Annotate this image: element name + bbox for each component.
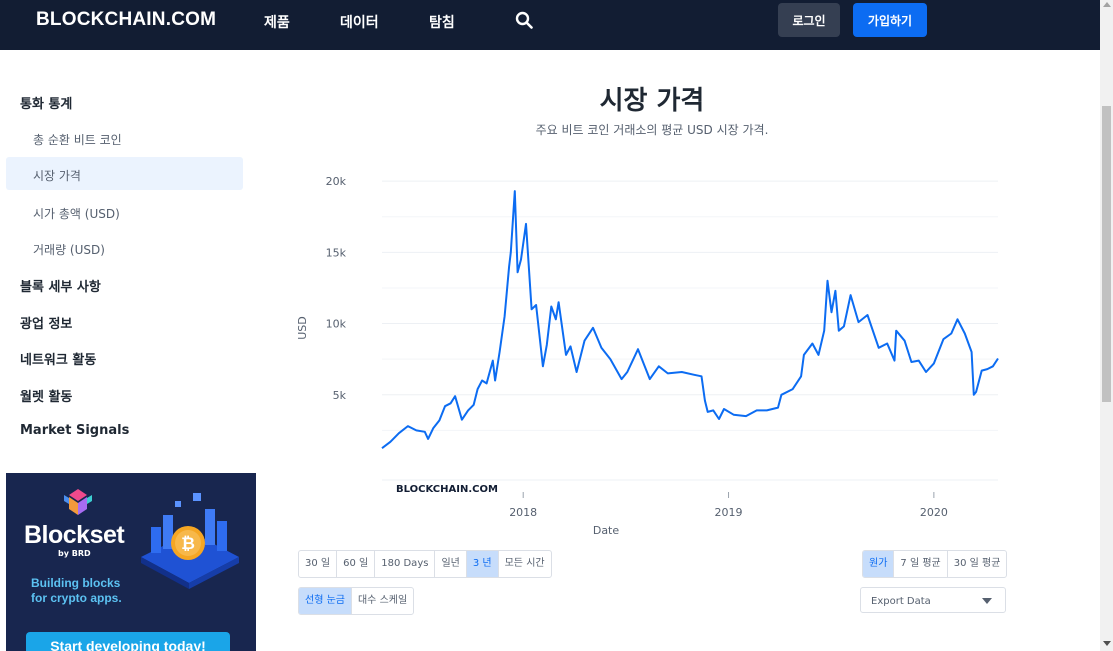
chevron-down-icon: [982, 598, 992, 604]
ad-tagline-line2: for crypto apps.: [31, 591, 122, 605]
chart-watermark: BLOCKCHAIN.COM: [396, 484, 498, 495]
market-price-chart[interactable]: 20k15k10k5k USD BLOCKCHAIN.COM 2018 2019 2…: [290, 160, 1010, 540]
scroll-down-arrow-icon[interactable]: [1103, 641, 1111, 646]
average-selector: 원가 7 일 평균 30 일 평균: [862, 550, 1008, 578]
blockset-ad[interactable]: ₿ Blockset by BRD Building blocks for cr…: [6, 473, 256, 651]
signup-button[interactable]: 가입하기: [853, 3, 927, 37]
ad-byline: by BRD: [58, 549, 91, 558]
ad-title: Blockset: [24, 521, 125, 549]
sidebar-section-currency-stats[interactable]: 통화 통계: [20, 93, 72, 112]
x-tick-label: 2019: [715, 506, 743, 519]
scale-option[interactable]: 대수 스케일: [352, 588, 413, 614]
scale-option[interactable]: 선형 눈금: [299, 588, 352, 614]
chart-x-axis-label: Date: [593, 524, 620, 537]
sidebar-section-mining[interactable]: 광업 정보: [20, 313, 72, 332]
ad-cta-button[interactable]: Start developing today!: [26, 632, 230, 651]
time-range-option[interactable]: 30 일: [299, 551, 338, 577]
scale-selector: 선형 눈금 대수 스케일: [298, 587, 415, 615]
svg-text:₿: ₿: [181, 534, 195, 554]
time-range-option[interactable]: 모든 시간: [499, 551, 551, 577]
export-data-label: Export Data: [871, 596, 931, 607]
blockset-logo-icon: [64, 489, 92, 515]
y-tick-label: 15k: [326, 246, 347, 259]
scroll-up-arrow-icon[interactable]: [1103, 2, 1111, 7]
sidebar-item-market-price[interactable]: 시장 가격: [33, 167, 81, 184]
sidebar-item-trade-volume[interactable]: 거래량 (USD): [33, 241, 105, 258]
export-data-dropdown[interactable]: Export Data: [860, 587, 1006, 613]
sidebar-section-network[interactable]: 네트워크 활동: [20, 349, 96, 368]
y-tick-label: 20k: [326, 175, 347, 188]
sidebar-section-block-details[interactable]: 블록 세부 사항: [20, 276, 101, 295]
ad-tagline-line1: Building blocks: [31, 576, 121, 590]
x-tick-label: 2018: [509, 506, 537, 519]
chart-gridlines: [382, 180, 998, 481]
nav-explorer[interactable]: 탐침: [429, 12, 455, 32]
average-option[interactable]: 원가: [863, 551, 895, 577]
average-option[interactable]: 30 일 평균: [948, 551, 1007, 577]
page-subtitle: 주요 비트 코인 거래소의 평균 USD 시장 가격.: [535, 123, 769, 137]
chart-y-ticks: 20k 15k 10k 5k: [326, 175, 347, 402]
sidebar-item-total-circulating[interactable]: 총 순환 비트 코인: [33, 131, 122, 148]
top-navbar: BLOCKCHAIN.COM 제품 데이터 탐침 로그인 가입하기: [0, 0, 1100, 50]
chart-y-axis-label: USD: [296, 316, 309, 340]
nav-data[interactable]: 데이터: [340, 12, 379, 32]
time-range-selector: 30 일 60 일 180 Days 일년 3 년 모든 시간: [298, 550, 552, 578]
page-title: 시장 가격: [599, 86, 705, 116]
login-button[interactable]: 로그인: [778, 3, 840, 37]
sidebar-item-market-cap[interactable]: 시가 총액 (USD): [33, 205, 120, 222]
x-tick-label: 2020: [920, 506, 948, 519]
sidebar-section-market-signals[interactable]: Market Signals: [20, 423, 129, 438]
time-range-option[interactable]: 일년: [435, 551, 467, 577]
nav-products[interactable]: 제품: [264, 12, 290, 32]
y-tick-label: 5k: [333, 389, 347, 402]
time-range-option[interactable]: 60 일: [337, 551, 376, 577]
page-scrollbar[interactable]: [1100, 0, 1113, 651]
chart-x-ticks: 2018 2019 2020: [509, 492, 948, 519]
scroll-thumb[interactable]: [1102, 106, 1111, 402]
sidebar: 통화 통계 총 순환 비트 코인 시장 가격 시가 총액 (USD) 거래량 (…: [0, 50, 260, 651]
average-option[interactable]: 7 일 평균: [894, 551, 948, 577]
time-range-option[interactable]: 180 Days: [375, 551, 436, 577]
time-range-option[interactable]: 3 년: [466, 551, 499, 577]
isometric-bitcoin-illustration: ₿: [141, 493, 239, 589]
sidebar-section-wallet[interactable]: 월렛 활동: [20, 386, 72, 405]
search-icon[interactable]: [515, 11, 533, 29]
ad-tagline: Building blocks for crypto apps.: [31, 576, 122, 606]
y-tick-label: 10k: [326, 318, 347, 331]
price-line-series: [381, 190, 999, 449]
site-logo[interactable]: BLOCKCHAIN.COM: [36, 9, 216, 31]
